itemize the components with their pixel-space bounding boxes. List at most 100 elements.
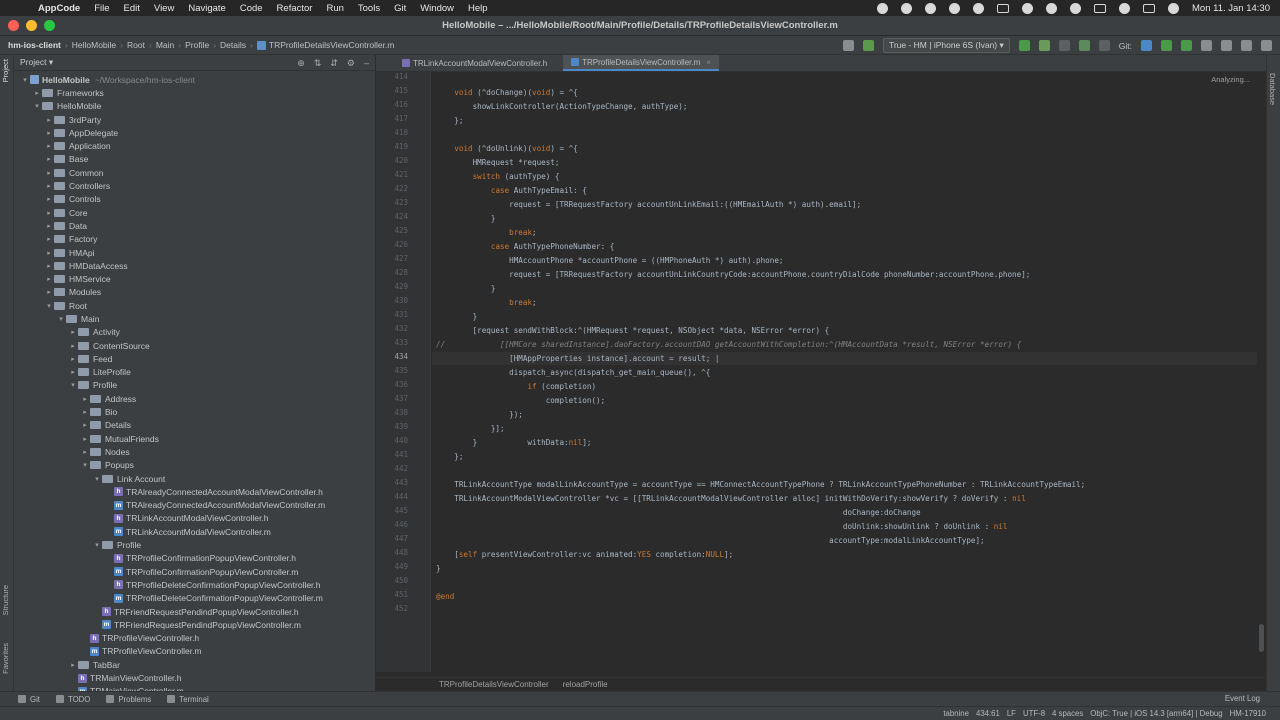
tree-folder[interactable]: ▸ Feed xyxy=(14,352,375,365)
tree-folder[interactable]: ▸ Factory xyxy=(14,233,375,246)
favorites-tool-tab[interactable]: Favorites xyxy=(1,643,10,674)
chevron-right-icon[interactable]: ▸ xyxy=(68,661,78,669)
code-line[interactable]: [request sendWithBlock:^(HMRequest *requ… xyxy=(436,324,830,337)
code-line[interactable]: HMAccountPhone *accountPhone = ((HMPhone… xyxy=(436,254,783,267)
clock[interactable]: Mon 11. Jan 14:30 xyxy=(1192,3,1270,14)
menu-window[interactable]: Window xyxy=(420,3,454,14)
tree-file[interactable]: h TRLinkAccountModalViewController.h xyxy=(14,512,375,525)
tool-window-todo[interactable]: TODO xyxy=(55,695,90,704)
chevron-right-icon[interactable]: ▸ xyxy=(44,235,54,243)
chevron-right-icon[interactable]: ▸ xyxy=(44,155,54,163)
tree-folder[interactable]: ▸ Details xyxy=(14,419,375,432)
code-line[interactable]: } xyxy=(436,212,496,225)
code-line[interactable]: } withData:nil]; xyxy=(436,436,592,449)
code-line[interactable]: request = [TRRequestFactory accountUnLin… xyxy=(436,268,1030,281)
project-view-select[interactable]: Project ▾ xyxy=(20,57,53,68)
chevron-right-icon[interactable]: ▸ xyxy=(80,435,90,443)
search-everywhere-icon[interactable] xyxy=(1261,40,1272,51)
project-tool-tab[interactable]: Project xyxy=(1,59,10,82)
tree-folder[interactable]: ▾ Link Account xyxy=(14,472,375,485)
tree-file[interactable]: h TRProfileViewController.h xyxy=(14,631,375,644)
editor-tab-active[interactable]: TRProfileDetailsViewController.m × xyxy=(563,55,719,71)
menu-tools[interactable]: Tools xyxy=(358,3,380,14)
puzzle-icon[interactable] xyxy=(925,2,936,14)
expand-icon[interactable]: ⇵ xyxy=(330,58,338,69)
code-line[interactable]: case AuthTypePhoneNumber: { xyxy=(436,240,614,253)
code-line[interactable]: doChange:doChange xyxy=(436,506,921,519)
user-icon[interactable] xyxy=(842,40,854,51)
breadcrumb-item[interactable]: Root xyxy=(127,40,145,50)
git-commit-icon[interactable] xyxy=(1161,40,1172,51)
tree-file[interactable]: m TRProfileViewController.m xyxy=(14,645,375,658)
chevron-down-icon[interactable]: ▾ xyxy=(92,475,102,483)
control-center-icon[interactable] xyxy=(1143,3,1155,13)
settings-icon[interactable] xyxy=(1241,40,1252,51)
status-item[interactable]: ObjC: True | iOS 14.3 [arm64] | Debug xyxy=(1090,709,1222,718)
code-line[interactable]: }); xyxy=(436,408,523,421)
run-icon[interactable] xyxy=(1018,40,1030,51)
tree-folder[interactable]: ▸ Application xyxy=(14,139,375,152)
tree-folder[interactable]: ▸ ContentSource xyxy=(14,339,375,352)
code-line[interactable]: case AuthTypeEmail: { xyxy=(436,184,587,197)
code-line[interactable]: @end xyxy=(436,590,454,603)
rollback-icon[interactable] xyxy=(1221,40,1232,51)
chevron-right-icon[interactable]: ▸ xyxy=(68,328,78,336)
menu-navigate[interactable]: Navigate xyxy=(188,3,226,14)
chevron-right-icon[interactable]: ▸ xyxy=(80,448,90,456)
wifi-icon[interactable] xyxy=(1070,2,1081,14)
tree-folder[interactable]: ▾ Profile xyxy=(14,538,375,551)
tree-folder[interactable]: ▾ HelloMobile ~/Workspace/hm-ios-client xyxy=(14,73,375,86)
chevron-right-icon[interactable]: ▸ xyxy=(44,182,54,190)
tree-file[interactable]: m TRProfileConfirmationPopupViewControlle… xyxy=(14,565,375,578)
bot-icon[interactable] xyxy=(901,2,912,14)
tree-folder[interactable]: ▸ HMService xyxy=(14,272,375,285)
tree-folder[interactable]: ▾ Popups xyxy=(14,459,375,472)
code-line[interactable]: doUnlink:showUnlink ? doUnlink : nil xyxy=(436,520,1008,533)
structure-tool-tab[interactable]: Structure xyxy=(1,585,10,615)
chevron-down-icon[interactable]: ▾ xyxy=(44,302,54,310)
menu-edit[interactable]: Edit xyxy=(124,3,140,14)
chevron-down-icon[interactable]: ▾ xyxy=(68,381,78,389)
chevron-right-icon[interactable]: ▸ xyxy=(44,142,54,150)
menu-refactor[interactable]: Refactor xyxy=(277,3,313,14)
locate-icon[interactable]: ⊕ xyxy=(297,58,305,69)
menu-run[interactable]: Run xyxy=(326,3,343,14)
code-line[interactable]: } xyxy=(436,282,496,295)
chevron-down-icon[interactable]: ▾ xyxy=(32,102,42,110)
chevron-right-icon[interactable]: ▸ xyxy=(44,288,54,296)
code-line[interactable]: break; xyxy=(436,296,536,309)
tree-folder[interactable]: ▸ Address xyxy=(14,392,375,405)
chevron-right-icon[interactable]: ▸ xyxy=(44,129,54,137)
status-item[interactable]: UTF-8 xyxy=(1023,709,1045,718)
tree-folder[interactable]: ▸ Frameworks xyxy=(14,86,375,99)
menu-view[interactable]: View xyxy=(154,3,174,14)
code-line[interactable]: } xyxy=(436,310,478,323)
chevron-right-icon[interactable]: ▸ xyxy=(68,368,78,376)
collapse-icon[interactable]: ⇅ xyxy=(314,58,322,69)
code-line[interactable]: TRLinkAccountModalViewController *vc = [… xyxy=(436,492,1026,505)
tree-folder[interactable]: ▸ Controls xyxy=(14,193,375,206)
code-area[interactable]: void (^doChange)(void) = ^{ showLinkCont… xyxy=(432,72,1258,672)
chevron-right-icon[interactable]: ▸ xyxy=(44,169,54,177)
tree-folder[interactable]: ▸ Common xyxy=(14,166,375,179)
tree-file[interactable]: h TRProfileDeleteConfirmationPopupViewCon… xyxy=(14,578,375,591)
coverage-icon[interactable] xyxy=(1078,40,1090,51)
database-tool-tab[interactable]: Database xyxy=(1268,73,1277,105)
chevron-down-icon[interactable]: ▾ xyxy=(56,315,66,323)
menu-code[interactable]: Code xyxy=(240,3,263,14)
tree-file[interactable]: h TRFriendRequestPendindPopupViewControll… xyxy=(14,605,375,618)
code-line[interactable]: showLinkController(ActionTypeChange, aut… xyxy=(436,100,688,113)
tree-folder[interactable]: ▸ LiteProfile xyxy=(14,366,375,379)
app-name-menu[interactable]: AppCode xyxy=(38,3,80,14)
code-line[interactable]: dispatch_async(dispatch_get_main_queue()… xyxy=(436,366,710,379)
tree-folder[interactable]: ▾ HelloMobile xyxy=(14,100,375,113)
keyboard-icon[interactable] xyxy=(997,3,1009,13)
chevron-down-icon[interactable]: ▾ xyxy=(80,461,90,469)
volume-icon[interactable] xyxy=(1046,2,1057,14)
code-line[interactable]: break; xyxy=(436,226,536,239)
tree-folder[interactable]: ▸ 3rdParty xyxy=(14,113,375,126)
code-line[interactable]: } xyxy=(436,562,441,575)
gear-icon[interactable] xyxy=(973,2,984,14)
code-line[interactable]: HMRequest *request; xyxy=(436,156,560,169)
git-update-icon[interactable] xyxy=(1141,40,1152,51)
